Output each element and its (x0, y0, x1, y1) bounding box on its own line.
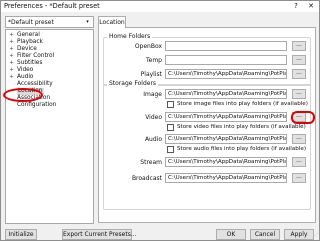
expand-icon[interactable]: + (9, 53, 14, 59)
tree-item-device[interactable]: + Device (6, 46, 93, 53)
stream-label: Stream (140, 159, 162, 166)
tree-item-label: Subtitles (17, 60, 43, 66)
playlist-label: Playlist (140, 71, 162, 78)
tree-item-label: Configuration (17, 102, 57, 108)
initialize-button[interactable]: Initialize (5, 229, 37, 240)
temp-field[interactable] (165, 55, 287, 65)
export-presets-button[interactable]: Export Current Presets... (62, 229, 137, 240)
audio-browse-button[interactable]: ... (292, 134, 306, 144)
broadcast-browse-button[interactable]: ... (292, 173, 306, 183)
tree-item-general[interactable]: + General (6, 32, 93, 39)
stream-field[interactable]: C:\Users\Timothy\AppData\Roaming\PotPlay… (165, 157, 287, 167)
preset-selected-value: *Default preset (8, 19, 54, 26)
tree-item-label: Device (17, 46, 37, 52)
tab-location[interactable]: Location (98, 16, 126, 28)
store-video-checkbox[interactable] (167, 124, 174, 131)
tree-item-configuration[interactable]: Configuration (6, 102, 93, 109)
broadcast-label: Broadcast (131, 175, 162, 182)
ok-button[interactable]: OK (216, 229, 246, 240)
chevron-down-icon[interactable]: ▾ (83, 18, 92, 26)
temp-label: Temp (146, 57, 162, 64)
image-browse-button[interactable]: ... (292, 89, 306, 99)
tree-item-audio[interactable]: + Audio (6, 74, 93, 81)
tree-item-video[interactable]: + Video (6, 67, 93, 74)
tree-item-subtitles[interactable]: + Subtitles (6, 60, 93, 67)
video-field[interactable]: C:\Users\Timothy\AppData\Roaming\PotPlay… (165, 112, 287, 122)
openbox-label: OpenBox (134, 43, 162, 50)
preset-dropdown[interactable]: *Default preset ▾ (5, 16, 94, 28)
stream-browse-button[interactable]: ... (292, 157, 306, 167)
image-field[interactable]: C:\Users\Timothy\AppData\Roaming\PotPlay… (165, 89, 287, 99)
highlight-circle-location (3, 88, 43, 102)
store-audio-label: Store audio files into play folders (if … (177, 146, 307, 152)
image-label: Image (143, 91, 162, 98)
title-bar: Preferences - *Default preset ? ✕ (1, 1, 319, 12)
tree-item-label: Audio (17, 74, 34, 80)
audio-label: Audio (144, 136, 162, 143)
cancel-button[interactable]: Cancel (250, 229, 280, 240)
home-folders-title: Home Folders (107, 33, 153, 40)
highlight-circle-image-browse (291, 111, 315, 124)
temp-browse-button[interactable]: ... (292, 55, 306, 65)
expand-icon[interactable]: + (9, 32, 14, 38)
tree-item-label: Filter Control (17, 53, 55, 59)
tree-item-label: Accessibility (17, 81, 53, 87)
expand-icon[interactable]: + (9, 60, 14, 66)
location-panel: Home Folders OpenBox ... Temp ... Playli… (98, 27, 316, 223)
tree-item-playback[interactable]: + Playback (6, 39, 93, 46)
audio-field[interactable]: C:\Users\Timothy\AppData\Roaming\PotPlay… (165, 134, 287, 144)
store-audio-checkbox[interactable] (167, 146, 174, 153)
window-title: Preferences - *Default preset (4, 2, 100, 10)
help-icon[interactable]: ? (290, 1, 302, 11)
resize-grip-icon[interactable]: ⋰ (309, 232, 318, 240)
settings-tree: + General + Playback + Device + Filter C… (5, 29, 94, 224)
store-image-label: Store image files into play folders (if … (177, 101, 308, 107)
store-video-label: Store video files into play folders (if … (177, 124, 306, 130)
playlist-browse-button[interactable]: ... (292, 69, 306, 79)
tree-item-accessibility[interactable]: Accessibility (6, 81, 93, 88)
video-label: Video (145, 114, 162, 121)
tree-item-label: Playback (17, 39, 43, 45)
openbox-field[interactable] (165, 41, 287, 51)
openbox-browse-button[interactable]: ... (292, 41, 306, 51)
expand-icon[interactable]: + (9, 46, 14, 52)
tree-item-label: Video (17, 67, 34, 73)
expand-icon[interactable]: + (9, 74, 14, 80)
tree-item-filter-control[interactable]: + Filter Control (6, 53, 93, 60)
expand-icon[interactable]: + (9, 39, 14, 45)
close-icon[interactable]: ✕ (303, 1, 319, 11)
tree-item-label: General (17, 32, 40, 38)
playlist-field[interactable]: C:\Users\Timothy\AppData\Roaming\PotPlay… (165, 69, 287, 79)
broadcast-field[interactable]: C:\Users\Timothy\AppData\Roaming\PotPlay… (165, 173, 287, 183)
store-image-checkbox[interactable] (167, 101, 174, 108)
storage-folders-title: Storage Folders (107, 80, 159, 87)
expand-icon[interactable]: + (9, 67, 14, 73)
